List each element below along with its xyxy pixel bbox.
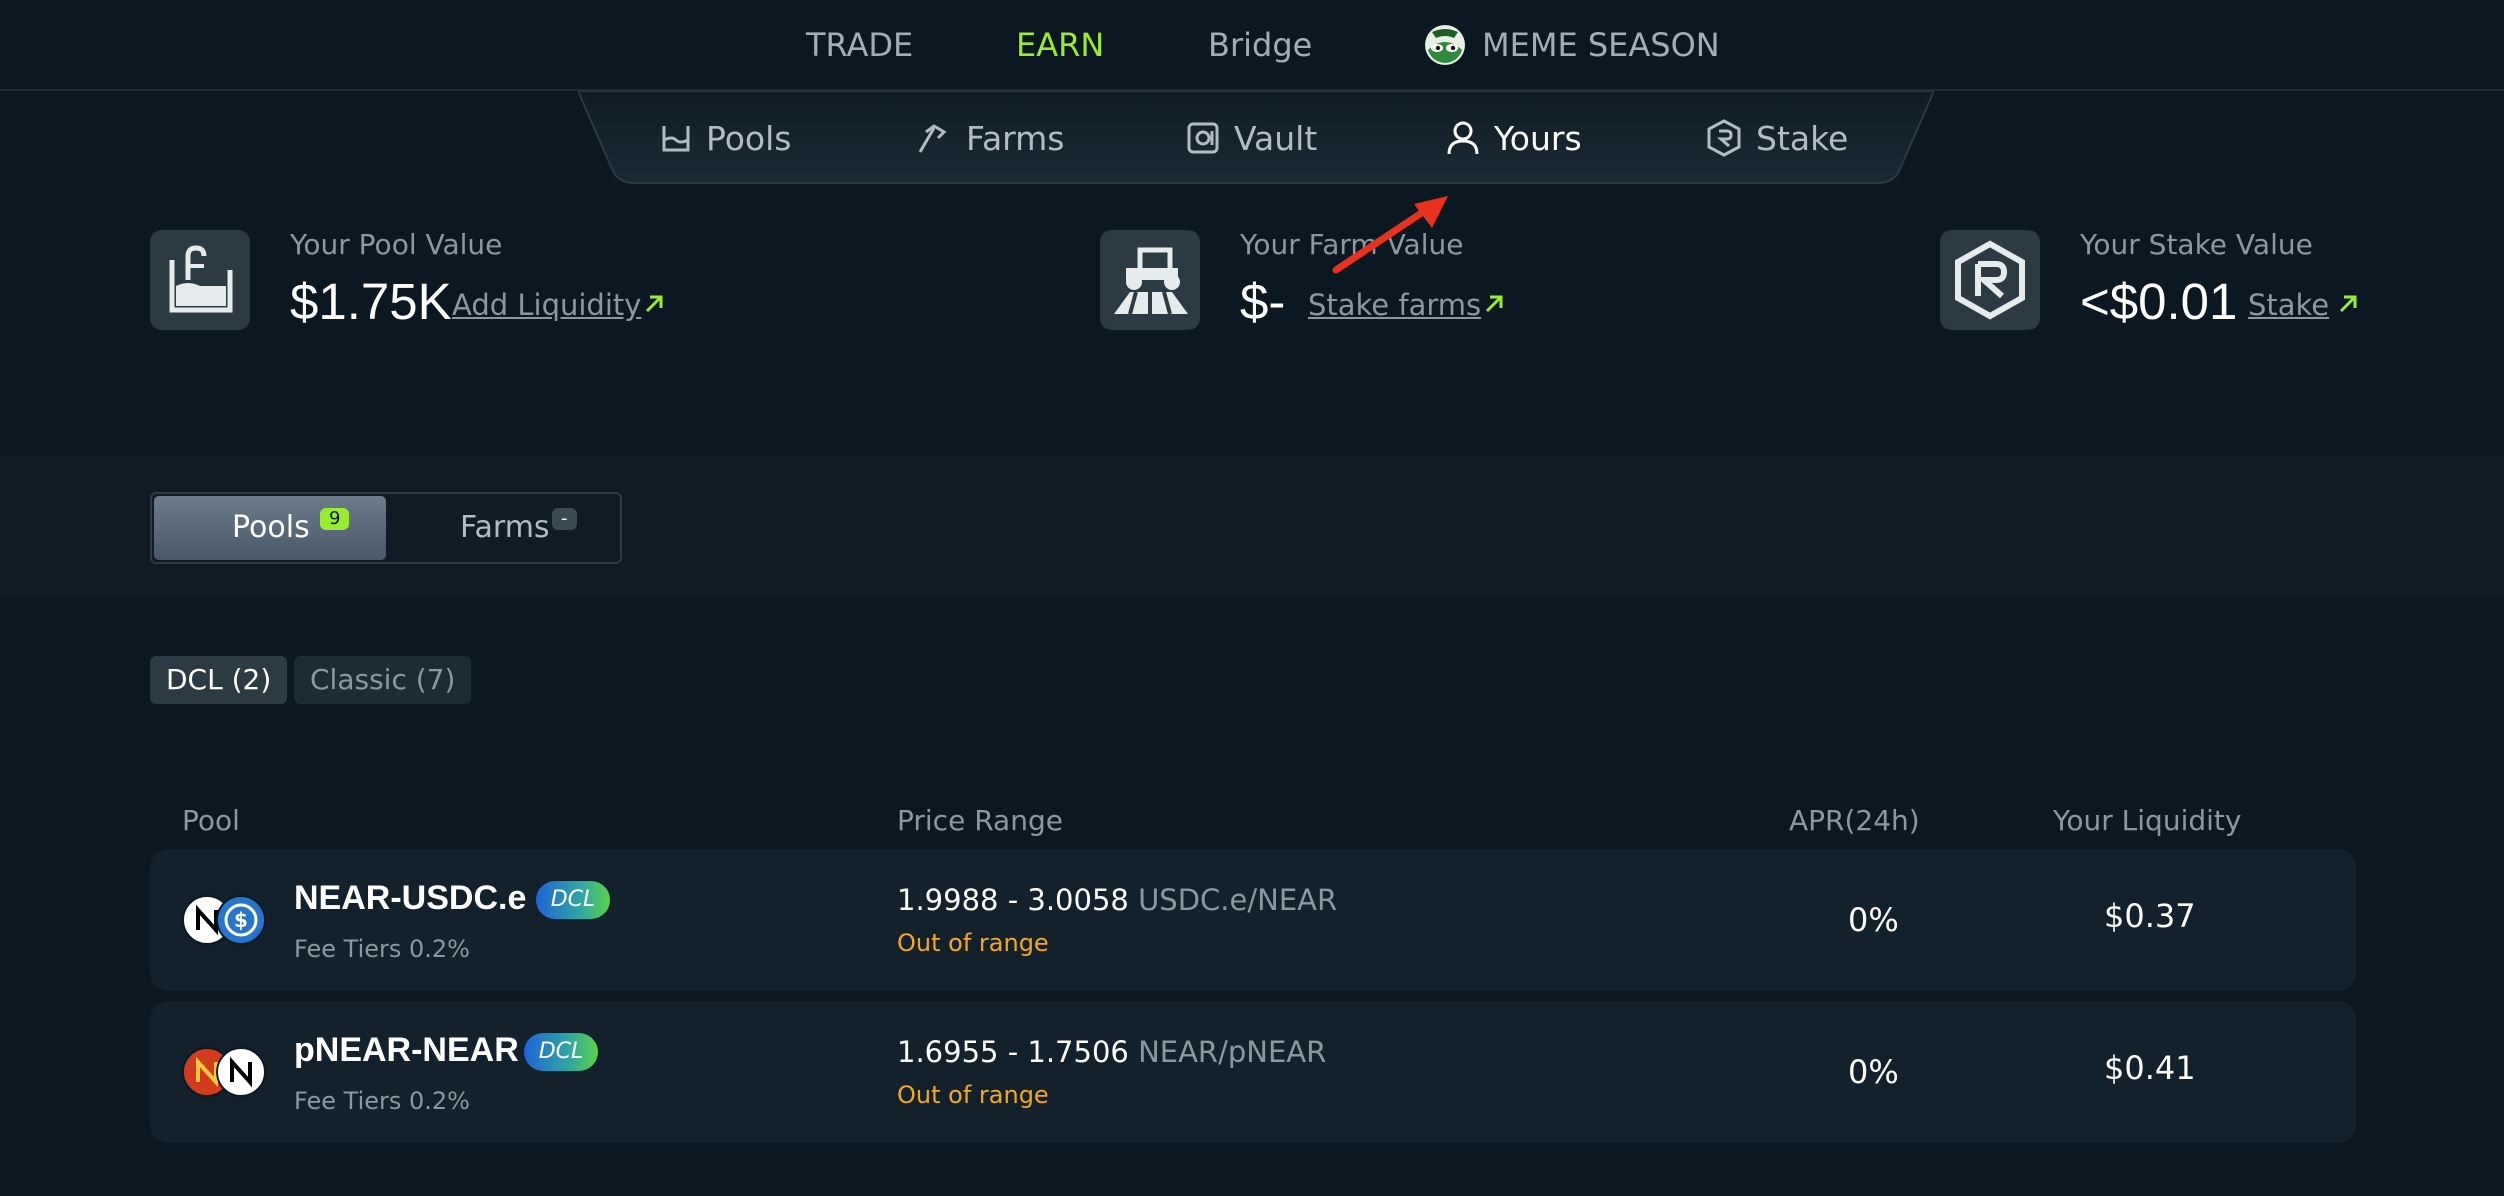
vault-icon xyxy=(1187,122,1219,154)
arrow-up-right-icon[interactable] xyxy=(642,292,666,316)
pool-value-icon xyxy=(150,230,250,330)
subnav-vault[interactable]: Vault xyxy=(1186,113,1317,163)
price-range-unit: USDC.e/NEAR xyxy=(1138,883,1338,917)
price-range-unit: NEAR/pNEAR xyxy=(1138,1035,1327,1069)
dcl-badge: DCL xyxy=(524,1033,598,1071)
pool-name: NEAR-USDC.e xyxy=(294,879,527,917)
add-liquidity-link[interactable]: Add Liquidity xyxy=(452,288,641,322)
top-navigation: TRADE EARN Bridge MEME SEASON xyxy=(0,0,2504,91)
apr-value: 0% xyxy=(1848,1053,1899,1091)
table-row[interactable]: $ NEAR-USDC.e DCL Fee Tiers 0.2% 1.9988 … xyxy=(150,849,2356,991)
filter-classic-chip[interactable]: Classic (7) xyxy=(294,656,472,704)
toggle-pools-label[interactable]: Pools xyxy=(232,510,310,545)
liquidity-value: $0.37 xyxy=(2104,897,2196,935)
price-range-values: 1.6955 - 1.7506 xyxy=(897,1035,1129,1069)
stake-value-label: Your Stake Value xyxy=(2080,228,2313,261)
toggle-farms-button[interactable]: Farms xyxy=(460,510,550,545)
nav-meme-season[interactable]: MEME SEASON xyxy=(1482,22,1720,68)
column-header-pool: Pool xyxy=(182,804,240,837)
subnav-pools[interactable]: Pools xyxy=(660,113,791,163)
fee-tier: Fee Tiers 0.2% xyxy=(294,935,470,963)
farm-value-icon xyxy=(1100,230,1200,330)
range-status: Out of range xyxy=(897,1081,1049,1109)
near-token-icon xyxy=(216,1047,266,1097)
column-header-price-range: Price Range xyxy=(897,804,1063,837)
farm-value-amount: $- xyxy=(1240,273,1286,330)
stake-value-amount: <$0.01 xyxy=(2080,273,2238,330)
filter-dcl-chip[interactable]: DCL (2) xyxy=(150,656,288,704)
meme-frog-icon[interactable] xyxy=(1424,24,1466,66)
pool-icon xyxy=(662,126,690,152)
subnav-pools-label: Pools xyxy=(706,118,792,158)
stake-icon xyxy=(1707,119,1741,157)
pools-count-badge: 9 xyxy=(320,508,350,530)
column-header-liquidity: Your Liquidity xyxy=(2053,804,2242,837)
farms-count-badge: - xyxy=(552,508,577,530)
arrow-up-right-icon[interactable] xyxy=(2336,292,2360,316)
subnav-farms[interactable]: Farms xyxy=(916,113,1065,163)
arrow-up-right-icon[interactable] xyxy=(1482,292,1506,316)
stake-farms-link[interactable]: Stake farms xyxy=(1308,288,1481,322)
range-status: Out of range xyxy=(897,929,1049,957)
user-icon xyxy=(1447,121,1479,155)
nav-trade[interactable]: TRADE xyxy=(806,22,913,68)
nav-bridge[interactable]: Bridge xyxy=(1208,22,1312,68)
nav-earn[interactable]: EARN xyxy=(1016,22,1104,68)
price-range-values: 1.9988 - 3.0058 xyxy=(897,883,1129,917)
subnav-yours-label: Yours xyxy=(1494,118,1582,158)
subnav-farms-label: Farms xyxy=(966,118,1065,158)
subnav-stake[interactable]: Stake xyxy=(1706,113,1848,163)
stake-link[interactable]: Stake xyxy=(2248,288,2329,322)
stake-value-icon xyxy=(1940,230,2040,330)
svg-text:$: $ xyxy=(234,908,248,932)
earn-subnav: Pools Farms Vault Yours Stake xyxy=(578,91,1934,185)
fee-tier: Fee Tiers 0.2% xyxy=(294,1087,470,1115)
red-arrow-annotation xyxy=(1332,196,1448,274)
usdc-token-icon: $ xyxy=(216,895,266,945)
apr-value: 0% xyxy=(1848,901,1899,939)
column-header-apr: APR(24h) xyxy=(1789,804,1920,837)
dcl-badge: DCL xyxy=(536,881,610,919)
subnav-yours[interactable]: Yours xyxy=(1446,113,1582,163)
subnav-vault-label: Vault xyxy=(1234,118,1318,158)
pool-value-amount: $1.75K xyxy=(290,273,452,330)
pool-name: pNEAR-NEAR xyxy=(294,1031,519,1069)
table-row[interactable]: pNEAR-NEAR DCL Fee Tiers 0.2% 1.6955 - 1… xyxy=(150,1001,2356,1143)
subnav-stake-label: Stake xyxy=(1756,118,1849,158)
liquidity-value: $0.41 xyxy=(2104,1049,2196,1087)
farm-icon xyxy=(918,124,947,153)
price-range: 1.9988 - 3.0058 USDC.e/NEAR xyxy=(897,883,1337,917)
price-range: 1.6955 - 1.7506 NEAR/pNEAR xyxy=(897,1035,1326,1069)
pool-value-label: Your Pool Value xyxy=(290,228,503,261)
